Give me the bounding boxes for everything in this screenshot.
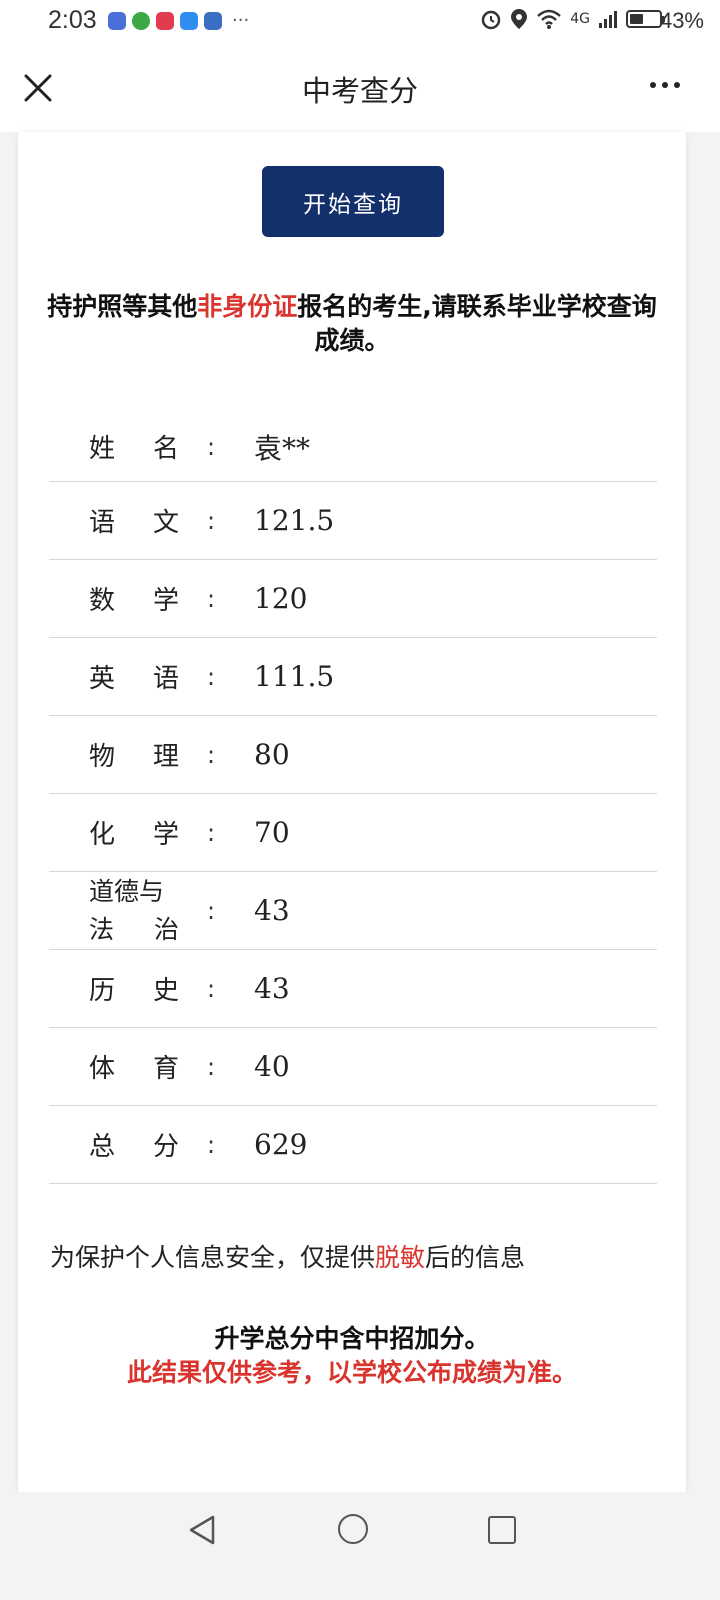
score-label: 姓名	[89, 434, 179, 464]
home-icon[interactable]	[338, 1514, 368, 1544]
score-colon: :	[207, 974, 216, 1003]
more-icon[interactable]	[650, 82, 680, 88]
status-indicators: 4G	[480, 8, 665, 30]
score-colon: :	[207, 662, 216, 691]
wifi-icon	[537, 9, 562, 29]
score-value: 121.5	[254, 504, 335, 537]
signal-icon	[599, 11, 617, 28]
privacy-note: 为保护个人信息安全，仅提供脱敏后的信息	[50, 1238, 525, 1274]
dot	[650, 82, 656, 88]
navigation-bar	[0, 1492, 720, 1600]
status-time: 2:03	[48, 6, 97, 34]
alarm-icon	[481, 10, 501, 30]
status-bar: 2:03 ··· 4G 43%	[0, 0, 720, 44]
table-row: 历史 : 43	[49, 950, 657, 1028]
result-card: 开始查询 持护照等其他非身份证报名的考生,请联系毕业学校查询成绩。 姓名 : 袁…	[18, 132, 686, 1492]
table-row: 英语 : 111.5	[49, 638, 657, 716]
privacy-part1: 为保护个人信息安全，仅提供	[50, 1243, 376, 1272]
table-row: 姓名 : 袁**	[49, 412, 657, 482]
table-row: 总分 : 629	[49, 1106, 657, 1184]
footnote-line1: 升学总分中含中招加分。	[214, 1324, 490, 1353]
music-app-icon	[108, 12, 126, 30]
footnote: 升学总分中含中招加分。 此结果仅供参考，以学校公布成绩为准。	[18, 1322, 686, 1390]
score-colon: :	[207, 818, 216, 847]
score-colon: :	[207, 1052, 216, 1081]
title-bar: 中考查分	[0, 44, 720, 132]
dot	[662, 82, 668, 88]
score-colon: :	[207, 506, 216, 535]
score-label: 体育	[89, 1054, 179, 1084]
score-value: 120	[254, 582, 308, 615]
location-icon	[511, 9, 528, 29]
recent-apps-icon[interactable]	[488, 1516, 516, 1544]
score-label: 物理	[89, 742, 179, 772]
score-value: 40	[254, 1050, 290, 1083]
score-table: 姓名 : 袁** 语文 : 121.5 数学 : 120 英语 : 111.5 …	[49, 412, 657, 1184]
privacy-highlight: 脱敏	[375, 1243, 426, 1272]
notice-highlight: 非身份证	[197, 292, 298, 321]
table-row: 体育 : 40	[49, 1028, 657, 1106]
notice-text: 持护照等其他非身份证报名的考生,请联系毕业学校查询成绩。	[38, 290, 666, 358]
score-value: 111.5	[254, 660, 335, 693]
score-value: 43	[254, 972, 290, 1005]
page-title: 中考查分	[301, 74, 418, 108]
notice-part1: 持护照等其他	[47, 292, 198, 321]
network-type: 4G	[570, 11, 590, 27]
privacy-part2: 后的信息	[425, 1243, 526, 1272]
score-label: 总分	[89, 1132, 179, 1162]
score-colon: :	[207, 584, 216, 613]
baidu-app-icon	[204, 12, 222, 30]
score-colon: :	[207, 1130, 216, 1159]
score-colon: :	[207, 432, 216, 461]
notification-icons: ···	[108, 12, 249, 30]
score-label: 语文	[89, 508, 179, 538]
table-row: 物理 : 80	[49, 716, 657, 794]
back-icon[interactable]	[187, 1514, 217, 1546]
more-notifications-icon: ···	[232, 10, 250, 31]
score-label: 化学	[89, 820, 179, 850]
china-mobile-icon	[132, 12, 150, 30]
cloud-app-icon	[180, 12, 198, 30]
score-value: 43	[254, 894, 290, 927]
score-value: 袁**	[254, 431, 311, 465]
table-row: 道德与 法治 : 43	[49, 872, 657, 950]
score-label: 历史	[89, 976, 179, 1006]
table-row: 数学 : 120	[49, 560, 657, 638]
dot	[674, 82, 680, 88]
battery-percent: 43%	[659, 8, 704, 33]
notice-part2: 报名的考生,请联系毕业学校查询成绩。	[297, 292, 657, 355]
score-label: 道德与 法治	[89, 876, 179, 944]
reader-app-icon	[156, 12, 174, 30]
table-row: 化学 : 70	[49, 794, 657, 872]
battery-icon	[626, 10, 665, 28]
footnote-line2: 此结果仅供参考，以学校公布成绩为准。	[126, 1358, 577, 1387]
score-label: 数学	[89, 586, 179, 616]
score-value: 629	[254, 1128, 308, 1161]
score-colon: :	[207, 740, 216, 769]
score-label: 英语	[89, 664, 179, 694]
start-query-button[interactable]: 开始查询	[262, 166, 444, 237]
score-colon: :	[207, 896, 216, 925]
score-value: 70	[254, 816, 290, 849]
score-value: 80	[254, 738, 290, 771]
table-row: 语文 : 121.5	[49, 482, 657, 560]
